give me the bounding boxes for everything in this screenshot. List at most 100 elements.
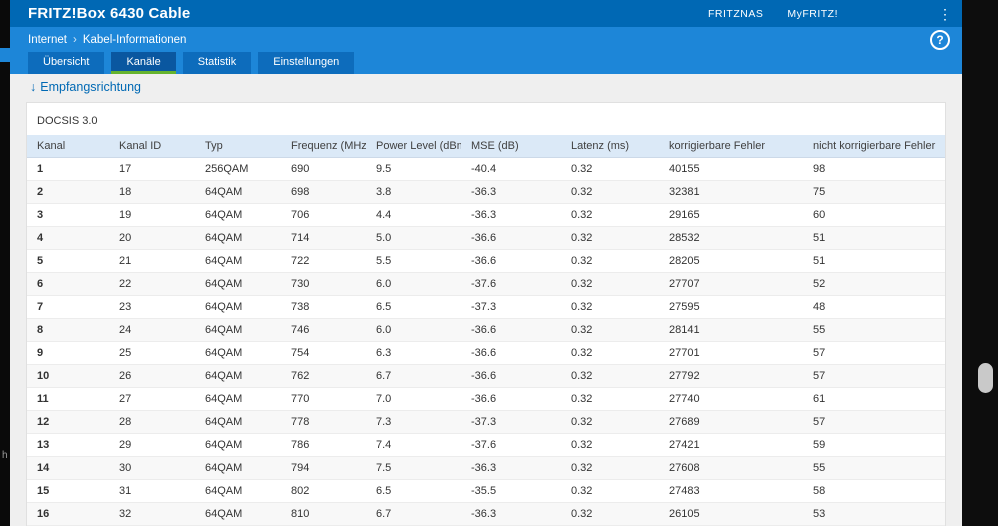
topbar-link-myfritz[interactable]: MyFRITZ! xyxy=(787,8,838,20)
table-cell: 55 xyxy=(803,456,945,480)
table-header-row: Kanal Kanal ID Typ Frequenz (MHz) Power Leve… xyxy=(27,135,945,158)
channel-table: Kanal Kanal ID Typ Frequenz (MHz) Power Leve… xyxy=(27,135,945,526)
tab-statistik[interactable]: Statistik xyxy=(182,52,252,74)
table-cell: 7.0 xyxy=(366,387,461,411)
table-cell: 64QAM xyxy=(195,387,281,411)
table-cell: 17 xyxy=(109,157,195,181)
table-cell: 64QAM xyxy=(195,249,281,273)
table-row: 10 26 64QAM 762 6.7 -36.6 0.32 27792 57 xyxy=(27,364,945,388)
table-cell: 57 xyxy=(803,364,945,388)
table-cell: 64QAM xyxy=(195,341,281,365)
table-cell: 778 xyxy=(281,410,366,434)
table-cell: 1 xyxy=(27,157,109,181)
table-cell: -37.6 xyxy=(461,433,561,457)
table-cell: 28 xyxy=(109,410,195,434)
column-header-frequenz-mhz: Frequenz (MHz) xyxy=(281,135,366,158)
table-cell: -36.3 xyxy=(461,180,561,204)
left-window-edge: h xyxy=(0,0,10,526)
tab-u-bersicht[interactable]: Übersicht xyxy=(28,52,105,74)
table-cell: 0.32 xyxy=(561,226,659,250)
table-row: 1 17 256QAM 690 9.5 -40.4 0.32 40155 98 xyxy=(27,157,945,181)
table-cell: 746 xyxy=(281,318,366,342)
table-cell: 0.32 xyxy=(561,387,659,411)
table-cell: 64QAM xyxy=(195,180,281,204)
breadcrumb-internet[interactable]: Internet xyxy=(28,34,67,46)
table-cell: 762 xyxy=(281,364,366,388)
empfangsrichtung-label: Empfangsrichtung xyxy=(40,80,142,94)
table-cell: 722 xyxy=(281,249,366,273)
table-row: 6 22 64QAM 730 6.0 -37.6 0.32 27707 52 xyxy=(27,272,945,296)
table-row: 14 30 64QAM 794 7.5 -36.3 0.32 27608 55 xyxy=(27,456,945,480)
table-cell: -36.6 xyxy=(461,249,561,273)
breadcrumb-bar: Internet › Kabel-Informationen ? xyxy=(10,27,962,52)
table-cell: 7.4 xyxy=(366,433,461,457)
table-cell: 31 xyxy=(109,479,195,503)
table-row: 15 31 64QAM 802 6.5 -35.5 0.32 27483 58 xyxy=(27,479,945,503)
tab-einstellungen[interactable]: Einstellungen xyxy=(258,52,355,74)
topbar-link-fritznas[interactable]: FRITZNAS xyxy=(708,8,763,20)
table-cell: 0.32 xyxy=(561,341,659,365)
table-cell: 18 xyxy=(109,180,195,204)
table-cell: 810 xyxy=(281,502,366,526)
table-cell: 26 xyxy=(109,364,195,388)
table-cell: 60 xyxy=(803,203,945,227)
table-cell: -35.5 xyxy=(461,479,561,503)
table-cell: 0.32 xyxy=(561,203,659,227)
tab-kana-le[interactable]: Kanäle xyxy=(111,52,176,74)
table-cell: 0.32 xyxy=(561,318,659,342)
table-cell: 64QAM xyxy=(195,272,281,296)
table-cell: 0.32 xyxy=(561,433,659,457)
table-cell: -36.6 xyxy=(461,341,561,365)
scrollbar-thumb[interactable] xyxy=(978,363,993,393)
table-row: 12 28 64QAM 778 7.3 -37.3 0.32 27689 57 xyxy=(27,410,945,434)
table-cell: 28205 xyxy=(659,249,803,273)
table-cell: 7.3 xyxy=(366,410,461,434)
table-cell: 8 xyxy=(27,318,109,342)
table-row: 4 20 64QAM 714 5.0 -36.6 0.32 28532 51 xyxy=(27,226,945,250)
down-arrow-icon: ↓ xyxy=(30,80,37,94)
table-cell: -36.6 xyxy=(461,387,561,411)
tab-bar: Übersicht Kanäle Statistik Einstellungen xyxy=(10,52,962,74)
table-body: 1 17 256QAM 690 9.5 -40.4 0.32 40155 98 2 18 64QAM 6… xyxy=(27,157,945,526)
top-bar: FRITZ!Box 6430 Cable FRITZNAS MyFRITZ! ⋮ xyxy=(10,0,962,27)
table-cell: -37.3 xyxy=(461,295,561,319)
table-row: 5 21 64QAM 722 5.5 -36.6 0.32 28205 51 xyxy=(27,249,945,273)
table-cell: 6.0 xyxy=(366,318,461,342)
table-cell: 770 xyxy=(281,387,366,411)
table-cell: 57 xyxy=(803,410,945,434)
table-cell: 786 xyxy=(281,433,366,457)
table-cell: 15 xyxy=(27,479,109,503)
overflow-menu-icon[interactable]: ⋮ xyxy=(938,7,952,21)
table-cell: 6.3 xyxy=(366,341,461,365)
table-cell: 25 xyxy=(109,341,195,365)
table-cell: 52 xyxy=(803,272,945,296)
table-cell: 32381 xyxy=(659,180,803,204)
table-cell: 75 xyxy=(803,180,945,204)
table-cell: 48 xyxy=(803,295,945,319)
table-cell: 0.32 xyxy=(561,502,659,526)
table-cell: 64QAM xyxy=(195,203,281,227)
table-cell: -40.4 xyxy=(461,157,561,181)
table-row: 8 24 64QAM 746 6.0 -36.6 0.32 28141 55 xyxy=(27,318,945,342)
empfangsrichtung-link[interactable]: ↓ Empfangsrichtung xyxy=(30,80,962,94)
table-cell: 5.0 xyxy=(366,226,461,250)
table-cell: 64QAM xyxy=(195,364,281,388)
table-cell: -36.3 xyxy=(461,203,561,227)
table-cell: 256QAM xyxy=(195,157,281,181)
table-cell: 32 xyxy=(109,502,195,526)
table-cell: 5 xyxy=(27,249,109,273)
table-cell: 64QAM xyxy=(195,433,281,457)
column-header-kanal-id: Kanal ID xyxy=(109,135,195,158)
table-cell: 5.5 xyxy=(366,249,461,273)
table-cell: 13 xyxy=(27,433,109,457)
table-cell: 0.32 xyxy=(561,272,659,296)
help-icon[interactable]: ? xyxy=(930,29,950,50)
table-cell: 802 xyxy=(281,479,366,503)
table-cell: -37.6 xyxy=(461,272,561,296)
table-cell: 714 xyxy=(281,226,366,250)
table-cell: 14 xyxy=(27,456,109,480)
table-cell: 6.5 xyxy=(366,295,461,319)
table-cell: 20 xyxy=(109,226,195,250)
table-cell: 64QAM xyxy=(195,318,281,342)
table-cell: 26105 xyxy=(659,502,803,526)
